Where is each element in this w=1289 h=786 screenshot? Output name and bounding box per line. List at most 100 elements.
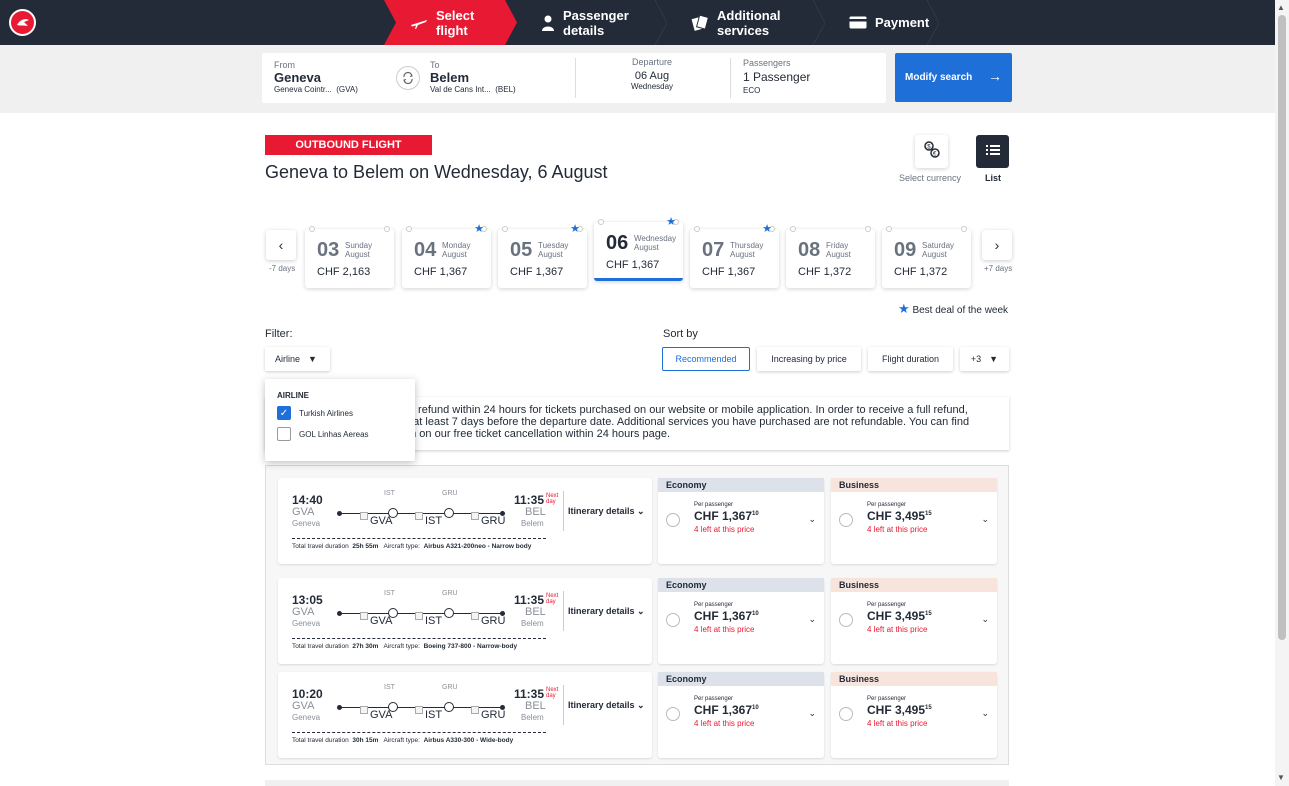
airline-option-gol[interactable]: GOL Linhas Aereas (277, 427, 369, 441)
search-summary[interactable]: From Geneva Geneva Cointr... (GVA) To Be… (262, 53, 886, 103)
economy-fare-option[interactable]: Economy Per passenger CHF 1,36710 4 left at… (658, 578, 824, 664)
caret-down-icon: ▼ (308, 354, 317, 364)
fare-radio[interactable] (839, 513, 853, 527)
prev-week-label: -7 days (269, 264, 296, 273)
check-icon[interactable]: ✓ (277, 406, 291, 420)
stop-marker (444, 702, 454, 712)
fare-radio[interactable] (666, 613, 680, 627)
arrival-time: 11:35 (514, 687, 545, 701)
sort-increasing-price[interactable]: Increasing by price (757, 347, 861, 371)
list-view-button[interactable] (976, 135, 1009, 168)
itinerary-details-button[interactable]: Itinerary details ⌄ (563, 491, 645, 531)
modify-search-button[interactable]: Modify search → (895, 53, 1012, 102)
sort-more-label: +3 (970, 354, 982, 364)
scroll-up-icon[interactable]: ▲ (1277, 3, 1285, 12)
fare-price: CHF 1,36710 (694, 509, 759, 523)
chevron-down-icon[interactable]: ⌄ (981, 614, 989, 625)
date-card[interactable]: 03 Sunday August CHF 2,163 (305, 226, 394, 288)
airport-image-icon (360, 706, 368, 714)
arrival-city: Belem (521, 713, 544, 722)
chevron-down-icon[interactable]: ⌄ (981, 514, 989, 525)
date-price: CHF 1,367 (606, 259, 660, 271)
chevron-down-icon: ⌄ (637, 605, 645, 616)
business-fare-option[interactable]: Business Per passenger CHF 3,49515 4 left a… (831, 672, 997, 758)
date-number: 08 (798, 239, 821, 261)
itinerary-details-button[interactable]: Itinerary details ⌄ (563, 685, 645, 725)
arrival-code: BEL (525, 506, 546, 518)
step-label: Select flight (436, 7, 475, 38)
passengers-block[interactable]: Passengers 1 Passenger ECO (743, 58, 810, 95)
departure-block[interactable]: Departure 06 Aug Wednesday (592, 57, 712, 91)
step-select-flight[interactable]: Select flight (384, 0, 517, 45)
step-label: Additional services (717, 7, 781, 38)
date-card[interactable]: ★ 07 Thursday August CHF 1,367 (690, 223, 779, 288)
checkbox[interactable] (277, 427, 291, 441)
sort-more-button[interactable]: +3 ▼ (960, 347, 1009, 371)
departure-city: Geneva (292, 519, 321, 528)
economy-fare-option[interactable]: Economy Per passenger CHF 1,36710 4 left at… (658, 478, 824, 564)
step-passenger-details[interactable]: Passenger details (517, 0, 667, 45)
date-number: 05 (510, 239, 533, 261)
seats-left-label: 4 left at this price (694, 625, 755, 634)
date-card[interactable]: ★ 04 Monday August CHF 1,367 (402, 223, 491, 288)
scroll-down-icon[interactable]: ▼ (1277, 773, 1285, 782)
date-card[interactable]: 09 Saturday August CHF 1,372 (882, 226, 971, 288)
business-fare-option[interactable]: Business Per passenger CHF 3,49515 4 left a… (831, 578, 997, 664)
from-label: From (274, 60, 295, 70)
fare-radio[interactable] (839, 707, 853, 721)
chevron-down-icon[interactable]: ⌄ (808, 514, 816, 525)
fare-class-label: Business (831, 478, 997, 492)
itinerary-details-button[interactable]: Itinerary details ⌄ (563, 591, 645, 631)
date-card[interactable]: ★ 05 Tuesday August CHF 1,367 (498, 223, 587, 288)
stop-label: GRU (442, 490, 458, 497)
to-airport: Val de Cans Int... (BEL) (430, 85, 516, 94)
step-additional-services[interactable]: Additional services (667, 0, 825, 45)
flight-card[interactable]: 13:05 GVA Geneva IST GRU GVA IST GRU 11:35 Next d… (278, 578, 652, 664)
flight-card[interactable]: 10:20 GVA Geneva IST GRU GVA IST GRU 11:35 Next d… (278, 672, 652, 758)
sort-recommended[interactable]: Recommended (662, 347, 750, 371)
dropdown-heading: AIRLINE (277, 391, 309, 400)
airline-filter-button[interactable]: Airline ▼ (265, 347, 330, 371)
card-notch (309, 226, 315, 232)
select-currency-button[interactable]: $ € (915, 135, 948, 168)
date-card[interactable]: ★ 06 Wednesday August CHF 1,367 (594, 216, 683, 281)
chevron-down-icon: ⌄ (637, 505, 645, 516)
fare-radio[interactable] (839, 613, 853, 627)
fare-price: CHF 1,36710 (694, 703, 759, 717)
date-card[interactable]: 08 Friday August CHF 1,372 (786, 226, 875, 288)
fare-radio[interactable] (666, 707, 680, 721)
chevron-down-icon[interactable]: ⌄ (808, 614, 816, 625)
business-fare-option[interactable]: Business Per passenger CHF 3,49515 4 left a… (831, 478, 997, 564)
airline-option-label: Turkish Airlines (299, 408, 353, 418)
card-notch (384, 226, 390, 232)
scroll-thumb[interactable] (1278, 15, 1286, 640)
swap-icon[interactable] (396, 66, 420, 90)
step-payment[interactable]: Payment (825, 0, 939, 45)
airport-label: GVA (360, 612, 392, 627)
sort-flight-duration[interactable]: Flight duration (868, 347, 953, 371)
departure-time: 10:20 (292, 687, 323, 701)
flight-meta: Total travel duration 30h 15m Aircraft t… (292, 737, 514, 744)
to-label: To (430, 60, 440, 70)
turkish-airlines-logo[interactable] (9, 9, 36, 36)
per-passenger-label: Per passenger (867, 696, 907, 702)
fare-radio[interactable] (666, 513, 680, 527)
economy-fare-option[interactable]: Economy Per passenger CHF 1,36710 4 left at… (658, 672, 824, 758)
origin-block[interactable]: From Geneva Geneva Cointr... (GVA) (274, 60, 358, 94)
airline-option-turkish[interactable]: ✓ Turkish Airlines (277, 406, 353, 420)
arrival-code: BEL (525, 606, 546, 618)
date-number: 04 (414, 239, 437, 261)
destination-block[interactable]: To Belem Val de Cans Int... (BEL) (430, 60, 516, 94)
stop-label: IST (384, 684, 395, 691)
flight-card[interactable]: 14:40 GVA Geneva IST GRU GVA IST GRU 11:35 Next d… (278, 478, 652, 564)
per-passenger-label: Per passenger (694, 602, 734, 608)
page-scrollbar[interactable]: ▲ ▼ (1275, 0, 1289, 786)
divider (292, 732, 546, 733)
date-number: 06 (606, 232, 629, 254)
chevron-down-icon[interactable]: ⌄ (981, 708, 989, 719)
prev-week-button[interactable]: ‹ (266, 230, 296, 260)
origin-dot (337, 705, 342, 710)
next-week-button[interactable]: › (982, 230, 1012, 260)
chevron-down-icon[interactable]: ⌄ (808, 708, 816, 719)
departure-code: GVA (292, 700, 315, 712)
